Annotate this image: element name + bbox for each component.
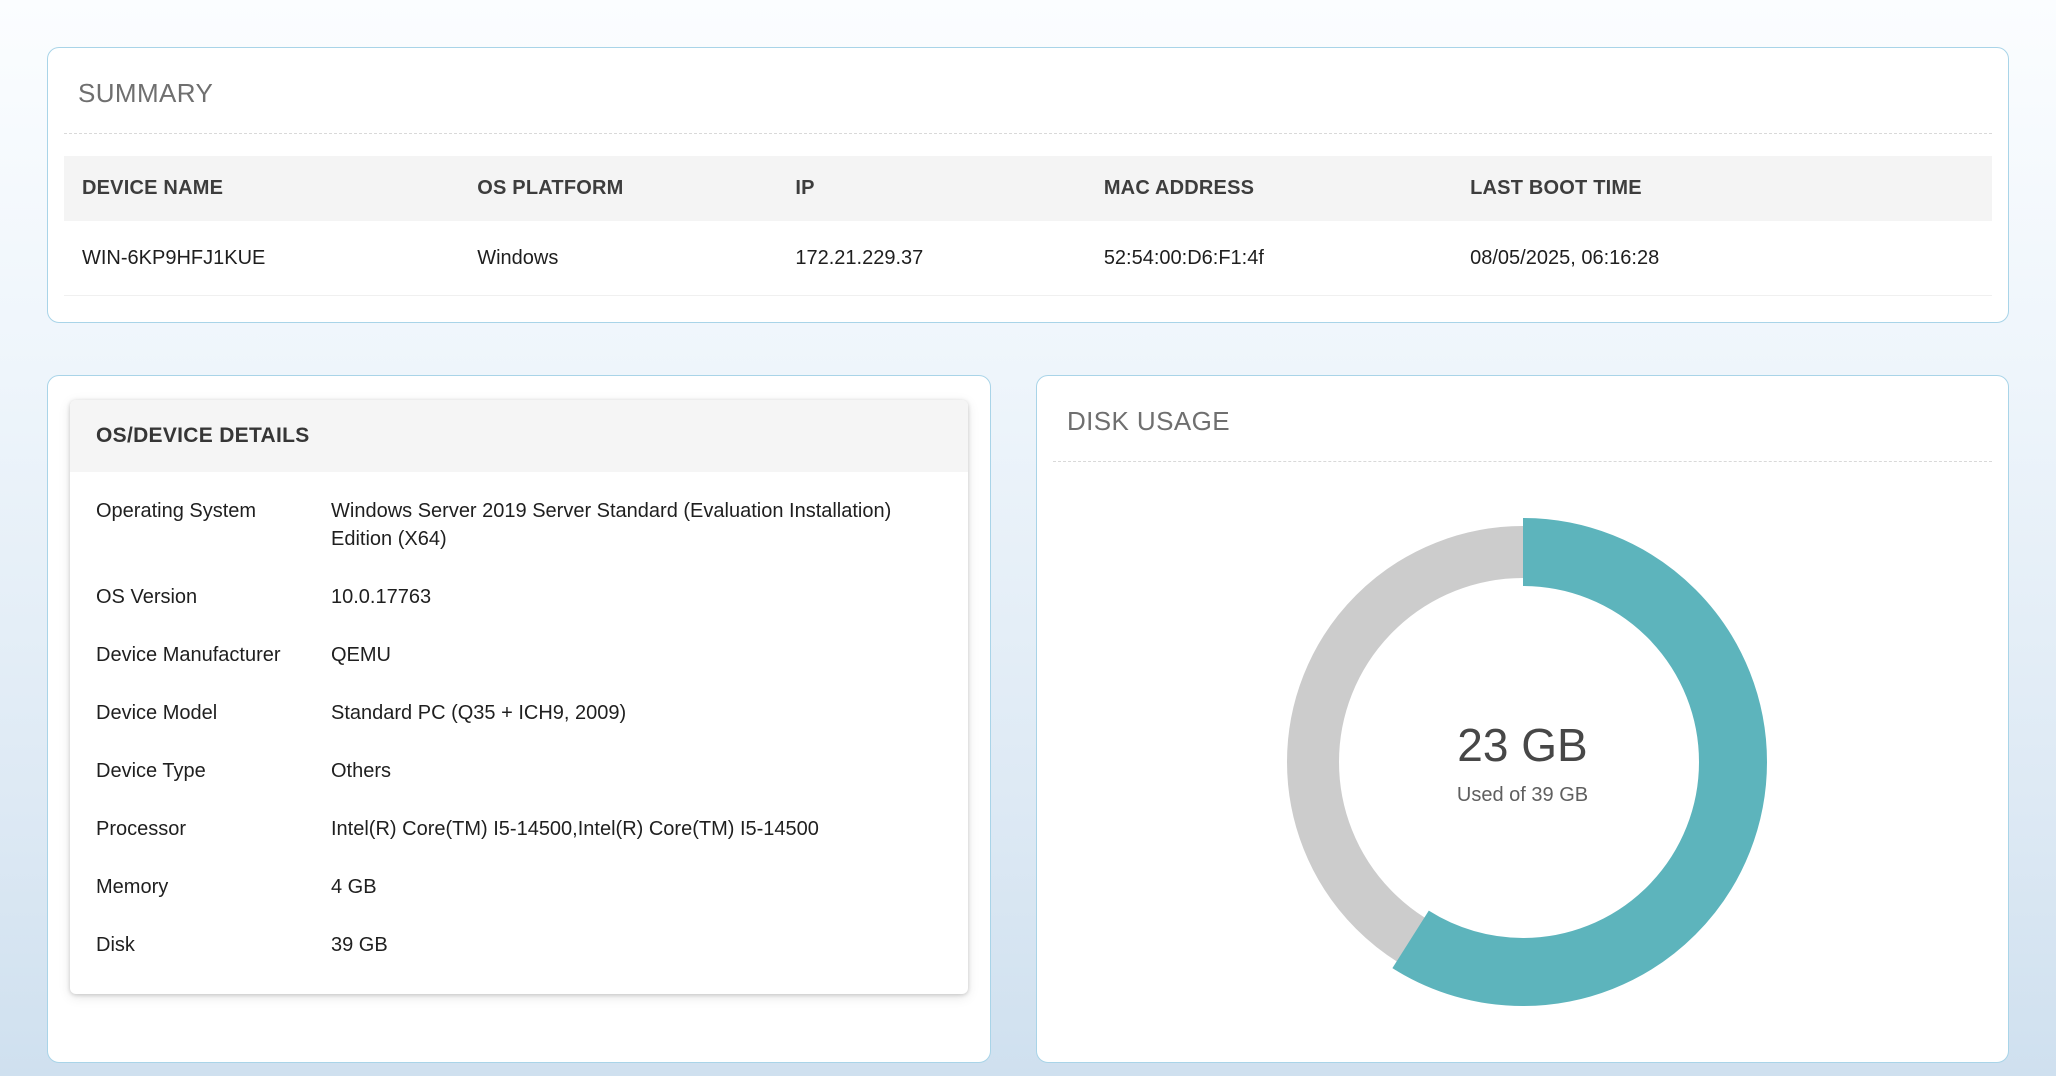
os-device-details-title: OS/DEVICE DETAILS — [70, 400, 968, 472]
disk-usage-chart-area: 23 GB Used of 39 GB — [1037, 462, 2008, 1062]
disk-usage-title: DISK USAGE — [1037, 376, 2008, 461]
column-header-os-platform: OS PLATFORM — [459, 156, 777, 221]
detail-value: Intel(R) Core(TM) I5-14500,Intel(R) Core… — [331, 815, 819, 843]
disk-usage-donut-svg — [1273, 512, 1773, 1012]
device-overview-page: SUMMARY DEVICE NAME OS PLATFORM IP MAC A… — [0, 0, 2056, 1076]
detail-value: Others — [331, 757, 391, 785]
detail-value: Standard PC (Q35 + ICH9, 2009) — [331, 699, 626, 727]
detail-row: Device Manufacturer QEMU — [96, 626, 942, 684]
detail-label: Device Type — [96, 757, 301, 785]
mac-address-cell: 52:54:00:D6:F1:4f — [1086, 221, 1452, 296]
device-name-cell: WIN-6KP9HFJ1KUE — [64, 221, 459, 296]
os-platform-cell: Windows — [459, 221, 777, 296]
column-header-device-name: DEVICE NAME — [64, 156, 459, 221]
detail-label: Operating System — [96, 497, 301, 525]
last-boot-time-cell: 08/05/2025, 06:16:28 — [1452, 221, 1992, 296]
column-header-last-boot-time: LAST BOOT TIME — [1452, 156, 1992, 221]
disk-usage-card: DISK USAGE 23 GB Used of 39 GB — [1036, 375, 2009, 1063]
column-header-ip: IP — [777, 156, 1085, 221]
detail-label: Device Manufacturer — [96, 641, 301, 669]
detail-label: Memory — [96, 873, 301, 901]
ip-cell: 172.21.229.37 — [777, 221, 1085, 296]
detail-row: Device Model Standard PC (Q35 + ICH9, 20… — [96, 684, 942, 742]
summary-title: SUMMARY — [48, 48, 2008, 133]
summary-table: DEVICE NAME OS PLATFORM IP MAC ADDRESS L… — [64, 156, 1992, 296]
detail-value: 4 GB — [331, 873, 377, 901]
os-device-details-panel: OS/DEVICE DETAILS Operating System Windo… — [70, 400, 968, 994]
detail-row: OS Version 10.0.17763 — [96, 568, 942, 626]
detail-label: Processor — [96, 815, 301, 843]
detail-row: Memory 4 GB — [96, 858, 942, 916]
bottom-row: OS/DEVICE DETAILS Operating System Windo… — [47, 375, 2009, 1063]
detail-row: Operating System Windows Server 2019 Ser… — [96, 482, 942, 568]
details-rows: Operating System Windows Server 2019 Ser… — [70, 472, 968, 994]
os-device-details-card: OS/DEVICE DETAILS Operating System Windo… — [47, 375, 991, 1063]
detail-value: QEMU — [331, 641, 391, 669]
summary-card: SUMMARY DEVICE NAME OS PLATFORM IP MAC A… — [47, 47, 2009, 323]
detail-value: 10.0.17763 — [331, 583, 431, 611]
disk-usage-donut: 23 GB Used of 39 GB — [1273, 512, 1773, 1012]
detail-row: Processor Intel(R) Core(TM) I5-14500,Int… — [96, 800, 942, 858]
detail-value: 39 GB — [331, 931, 388, 959]
detail-label: Device Model — [96, 699, 301, 727]
column-header-mac-address: MAC ADDRESS — [1086, 156, 1452, 221]
detail-value: Windows Server 2019 Server Standard (Eva… — [331, 497, 942, 553]
summary-header-row: DEVICE NAME OS PLATFORM IP MAC ADDRESS L… — [64, 156, 1992, 221]
summary-table-wrap: DEVICE NAME OS PLATFORM IP MAC ADDRESS L… — [48, 134, 2008, 322]
detail-label: Disk — [96, 931, 301, 959]
detail-label: OS Version — [96, 583, 301, 611]
detail-row: Device Type Others — [96, 742, 942, 800]
table-row: WIN-6KP9HFJ1KUE Windows 172.21.229.37 52… — [64, 221, 1992, 296]
detail-row: Disk 39 GB — [96, 916, 942, 974]
